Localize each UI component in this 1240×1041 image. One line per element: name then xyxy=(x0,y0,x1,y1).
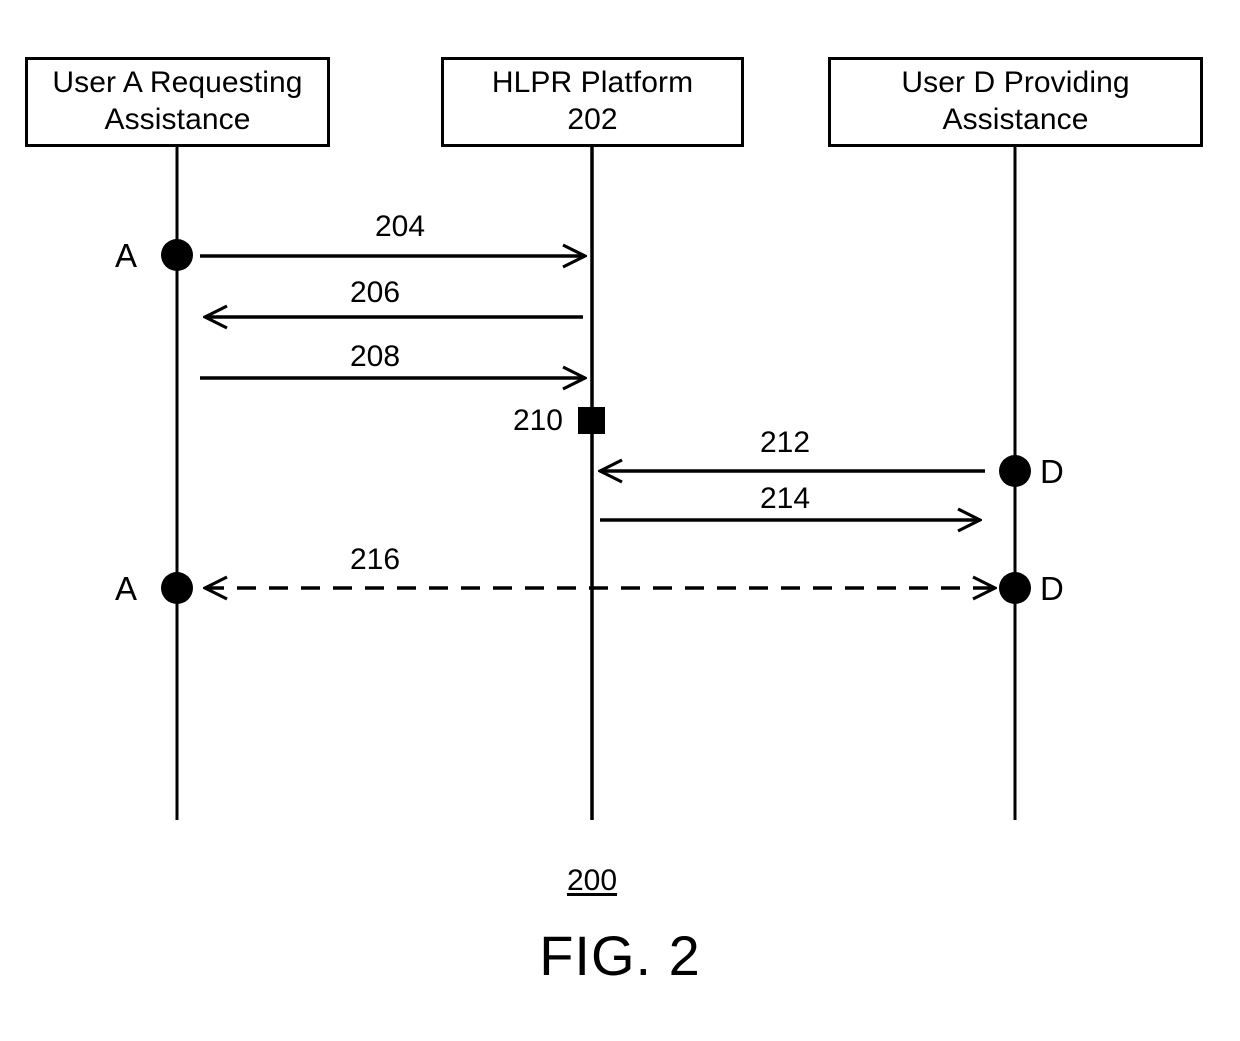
actor-letter-a-bottom: A xyxy=(115,570,138,607)
label-msg-214: 214 xyxy=(759,482,811,515)
label-msg-210: 210 xyxy=(512,404,563,437)
participant-title-line1: HLPR Platform xyxy=(491,66,694,100)
figure-reference-numeral: 200 xyxy=(566,864,618,897)
patent-figure-2: D (dashed, bidirectional) --> User A Req… xyxy=(0,0,1240,1041)
participant-box-user-a: User A Requesting Assistance xyxy=(25,57,330,147)
occurrence-dot-d-bottom xyxy=(999,572,1031,604)
label-msg-216: 216 xyxy=(349,543,401,576)
figure-caption: FIG. 2 xyxy=(539,924,701,987)
participant-title-line2: Assistance xyxy=(942,103,1089,136)
label-msg-206: 206 xyxy=(349,276,401,309)
participant-box-hlpr-platform: HLPR Platform 202 xyxy=(441,57,744,147)
label-msg-208: 208 xyxy=(349,340,401,373)
participant-title-line1: User D Providing xyxy=(901,66,1130,100)
participant-title-line1: User A Requesting xyxy=(52,66,303,100)
label-msg-212: 212 xyxy=(759,426,811,459)
actor-letter-d-bottom: D xyxy=(1040,570,1064,607)
marker-msg-210 xyxy=(578,407,605,434)
occurrence-dot-a-top xyxy=(161,239,193,271)
label-msg-204: 204 xyxy=(374,210,426,243)
participant-reference-numeral: 202 xyxy=(567,103,618,136)
participant-title-line2: Assistance xyxy=(104,103,251,136)
actor-letter-d-top: D xyxy=(1040,453,1064,490)
actor-letter-a-top: A xyxy=(115,237,138,274)
participant-box-user-d: User D Providing Assistance xyxy=(828,57,1203,147)
occurrence-dot-a-bottom xyxy=(161,572,193,604)
occurrence-dot-d-top xyxy=(999,455,1031,487)
